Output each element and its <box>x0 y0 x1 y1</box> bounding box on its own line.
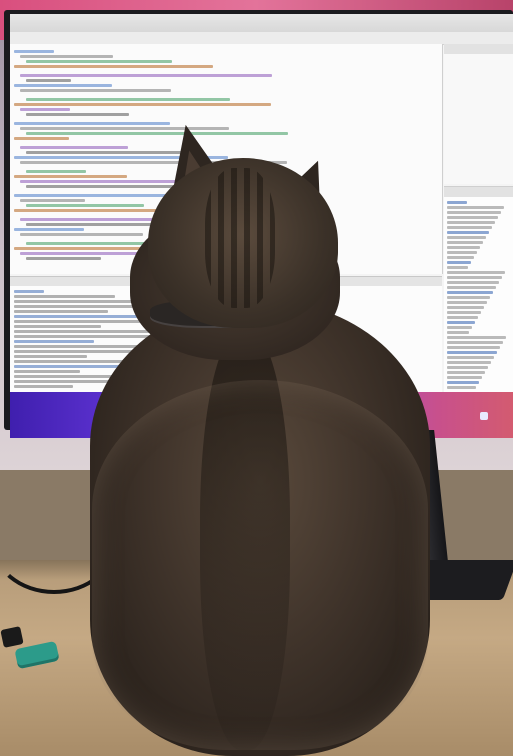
help-line <box>447 286 496 289</box>
help-line <box>447 316 478 319</box>
help-line <box>447 386 476 389</box>
help-line <box>447 271 505 274</box>
code-line <box>20 146 128 149</box>
photo-scene <box>0 0 513 756</box>
help-line <box>447 266 468 269</box>
cat-head-stripes <box>205 168 275 308</box>
code-line <box>26 79 71 82</box>
help-line <box>447 376 482 379</box>
code-line <box>20 233 143 236</box>
console-line <box>14 295 115 298</box>
help-line <box>447 341 503 344</box>
console-line <box>14 340 94 343</box>
help-line <box>447 241 483 244</box>
help-line <box>447 356 494 359</box>
help-line <box>447 311 481 314</box>
help-line <box>447 346 500 349</box>
code-line <box>14 228 84 231</box>
code-line <box>14 175 127 178</box>
code-line <box>26 98 230 101</box>
help-line <box>447 256 474 259</box>
help-line <box>447 361 491 364</box>
code-line <box>26 60 172 63</box>
taskbar-icon <box>480 412 488 420</box>
console-line <box>14 385 73 388</box>
code-line <box>14 65 213 68</box>
code-line <box>14 122 170 125</box>
help-line <box>447 216 498 219</box>
code-line <box>20 199 85 202</box>
help-line <box>447 276 502 279</box>
help-line <box>447 296 490 299</box>
cat-fur-highlight <box>92 380 428 750</box>
console-line <box>14 290 44 293</box>
code-line <box>20 74 272 77</box>
code-line <box>20 89 171 92</box>
code-line <box>20 108 70 111</box>
help-line <box>447 246 480 249</box>
code-line <box>14 103 271 106</box>
code-line <box>14 137 69 140</box>
help-line <box>447 201 467 204</box>
help-line <box>447 231 489 234</box>
help-line <box>447 291 493 294</box>
code-line <box>20 180 186 183</box>
help-line <box>447 366 488 369</box>
help-line <box>447 221 495 224</box>
code-line <box>14 84 112 87</box>
code-line <box>20 55 113 58</box>
console-line <box>14 325 101 328</box>
code-line <box>14 50 54 53</box>
help-line <box>447 381 479 384</box>
help-pane <box>444 186 513 392</box>
help-line <box>447 226 492 229</box>
code-line <box>26 257 101 260</box>
help-line <box>447 206 504 209</box>
help-line <box>447 326 472 329</box>
help-line <box>447 371 485 374</box>
help-tabs <box>444 187 513 197</box>
help-line <box>447 331 469 334</box>
code-line <box>26 204 144 207</box>
help-line <box>447 336 506 339</box>
screen-window-bar <box>10 14 513 33</box>
code-line <box>26 170 86 173</box>
console-line <box>14 310 108 313</box>
help-line <box>447 321 475 324</box>
help-line <box>447 306 484 309</box>
help-line <box>447 251 477 254</box>
help-line <box>447 261 471 264</box>
help-line <box>447 301 487 304</box>
code-line <box>26 113 129 116</box>
help-line <box>447 236 486 239</box>
environment-pane <box>444 44 513 184</box>
console-line <box>14 370 80 373</box>
help-line <box>447 281 499 284</box>
console-line <box>14 355 87 358</box>
help-line <box>447 351 497 354</box>
environment-tabs <box>444 44 513 54</box>
help-line <box>447 211 501 214</box>
